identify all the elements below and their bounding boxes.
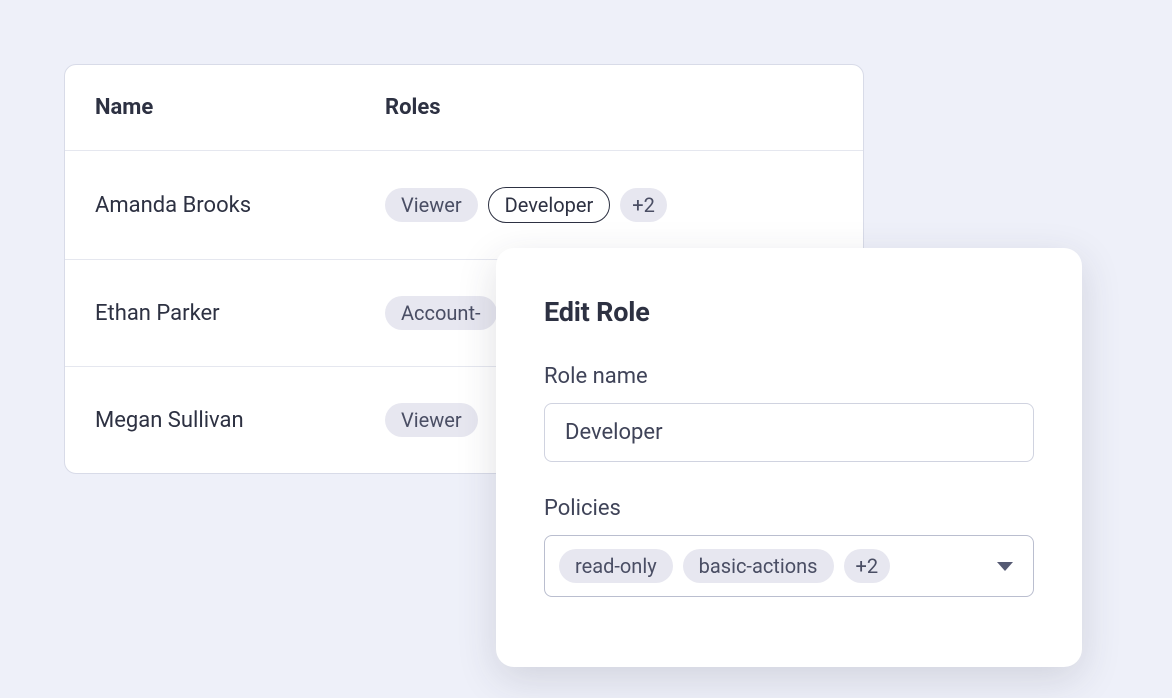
user-roles-cell: Viewer Developer +2: [385, 187, 667, 223]
column-header-roles: Roles: [385, 95, 441, 120]
role-overflow-count[interactable]: +2: [620, 188, 667, 222]
table-row[interactable]: Amanda Brooks Viewer Developer +2: [65, 151, 863, 260]
role-pill-selected[interactable]: Developer: [488, 187, 611, 223]
policies-label: Policies: [544, 496, 1034, 521]
role-name-label: Role name: [544, 364, 1034, 389]
table-header-row: Name Roles: [65, 65, 863, 151]
role-name-input[interactable]: [544, 403, 1034, 462]
column-header-name: Name: [95, 95, 385, 120]
user-name-cell: Megan Sullivan: [95, 408, 385, 433]
role-pill[interactable]: Viewer: [385, 188, 478, 222]
user-roles-cell: Account-: [385, 296, 497, 330]
policy-pill[interactable]: basic-actions: [683, 549, 834, 583]
policy-overflow-count[interactable]: +2: [844, 549, 891, 583]
popover-title: Edit Role: [544, 296, 1034, 328]
policies-pills-container: read-only basic-actions +2: [559, 549, 890, 583]
user-roles-cell: Viewer: [385, 403, 478, 437]
role-pill[interactable]: Account-: [385, 296, 497, 330]
user-name-cell: Amanda Brooks: [95, 193, 385, 218]
policy-pill[interactable]: read-only: [559, 549, 673, 583]
role-pill[interactable]: Viewer: [385, 403, 478, 437]
chevron-down-icon: [997, 562, 1013, 571]
edit-role-popover: Edit Role Role name Policies read-only b…: [496, 248, 1082, 667]
policies-select[interactable]: read-only basic-actions +2: [544, 535, 1034, 597]
user-name-cell: Ethan Parker: [95, 301, 385, 326]
